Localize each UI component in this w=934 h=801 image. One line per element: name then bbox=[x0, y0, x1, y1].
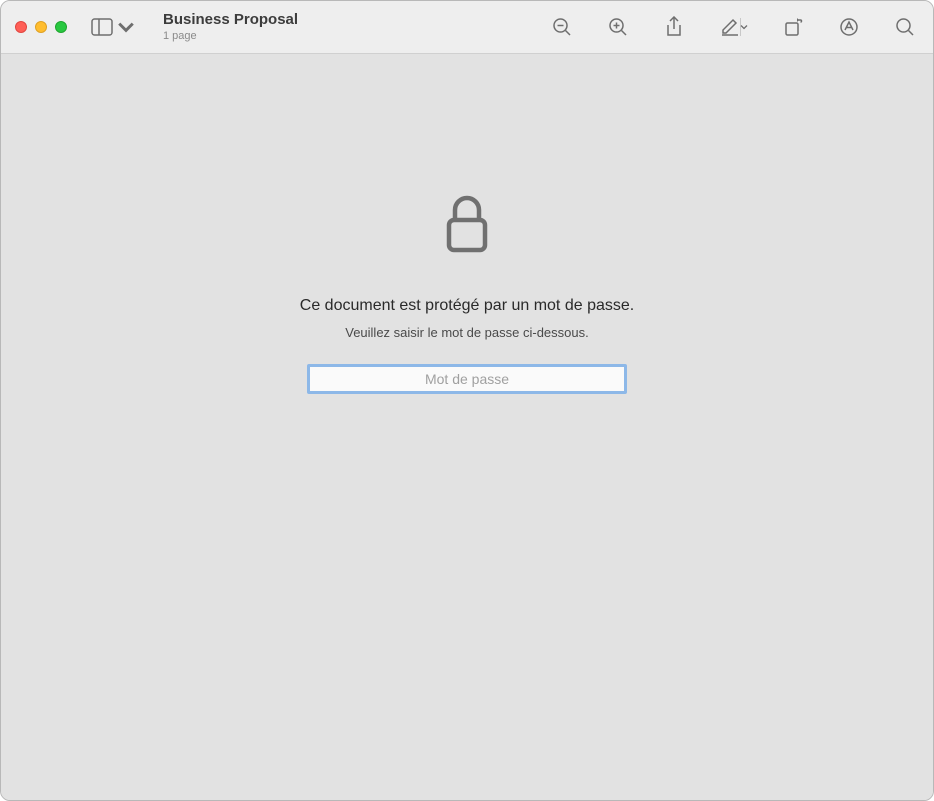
document-page-count: 1 page bbox=[163, 30, 540, 43]
protected-message: Ce document est protégé par un mot de pa… bbox=[300, 297, 634, 315]
chevron-down-icon bbox=[115, 18, 137, 36]
minimize-button[interactable] bbox=[35, 21, 47, 33]
share-button[interactable] bbox=[660, 13, 688, 41]
share-icon bbox=[664, 16, 684, 38]
title-section: Business Proposal 1 page bbox=[163, 11, 540, 43]
zoom-in-button[interactable] bbox=[604, 13, 632, 41]
content-area: Ce document est protégé par un mot de pa… bbox=[1, 54, 933, 800]
maximize-button[interactable] bbox=[55, 21, 67, 33]
sidebar-toggle-button[interactable] bbox=[91, 18, 137, 36]
search-icon bbox=[894, 16, 916, 38]
toolbar bbox=[548, 13, 919, 41]
instruction-text: Veuillez saisir le mot de passe ci-desso… bbox=[345, 325, 589, 340]
document-title: Business Proposal bbox=[163, 11, 540, 29]
app-window: Business Proposal 1 page bbox=[0, 0, 934, 801]
lock-icon bbox=[445, 194, 489, 259]
zoom-out-button[interactable] bbox=[548, 13, 576, 41]
markup-group bbox=[716, 13, 751, 41]
markup-menu-button[interactable] bbox=[737, 13, 751, 41]
sidebar-icon bbox=[91, 18, 113, 36]
close-button[interactable] bbox=[15, 21, 27, 33]
rotate-icon bbox=[782, 16, 804, 38]
rotate-button[interactable] bbox=[779, 13, 807, 41]
search-button[interactable] bbox=[891, 13, 919, 41]
highlighter-icon bbox=[838, 16, 860, 38]
password-input[interactable] bbox=[307, 364, 627, 394]
highlight-button[interactable] bbox=[835, 13, 863, 41]
chevron-down-icon bbox=[740, 23, 748, 31]
zoom-out-icon bbox=[551, 16, 573, 38]
window-controls bbox=[15, 21, 67, 33]
zoom-in-icon bbox=[607, 16, 629, 38]
titlebar: Business Proposal 1 page bbox=[1, 1, 933, 54]
